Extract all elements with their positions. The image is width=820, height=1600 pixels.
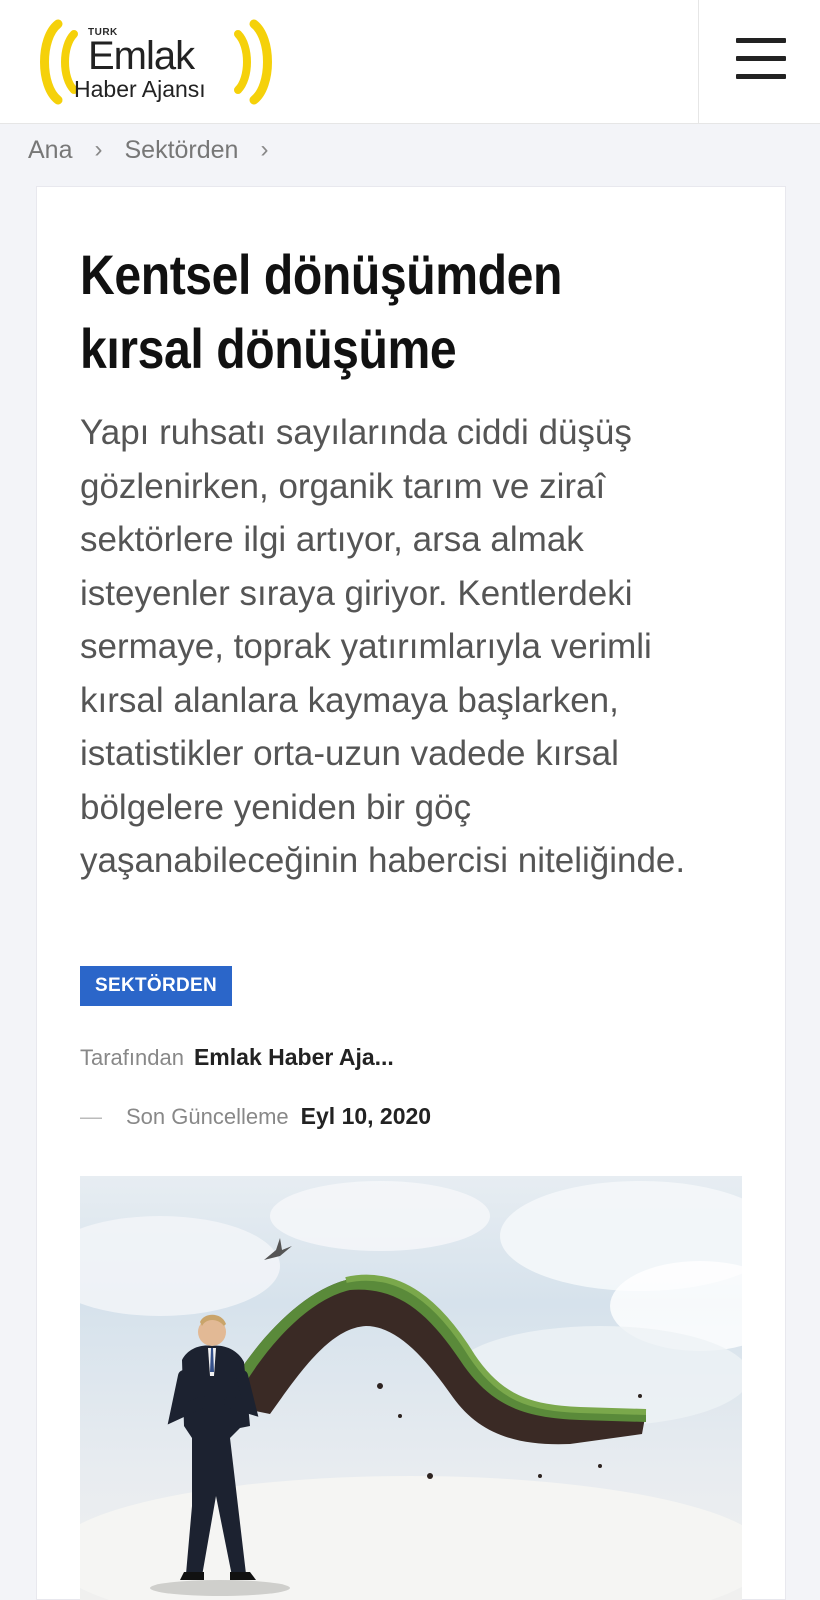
chevron-right-icon: › (94, 136, 103, 163)
article-hero-image (80, 1176, 742, 1600)
article-title: Kentsel dönüşümden kırsal dönüşüme (80, 243, 562, 380)
hamburger-menu-icon[interactable] (728, 30, 788, 86)
article-updated: — Son Güncelleme Eyl 10, 2020 (80, 1103, 431, 1130)
logo-haber-ajansi-text: Haber Ajansı (74, 76, 206, 102)
byline-label: Tarafından (80, 1045, 184, 1070)
logo-emlak-text: Emlak (88, 34, 195, 78)
site-logo[interactable]: TURK Emlak Haber Ajansı (36, 16, 276, 108)
category-badge[interactable]: SEKTÖRDEN (80, 966, 232, 1006)
updated-dash: — (80, 1104, 102, 1129)
author-link[interactable]: Emlak Haber Aja... (194, 1044, 394, 1071)
radio-wave-right-icon (234, 19, 272, 105)
site-header: TURK Emlak Haber Ajansı (0, 0, 820, 124)
breadcrumb: Ana › Sektörden › (28, 130, 290, 170)
article-byline: Tarafından Emlak Haber Aja... (80, 1044, 394, 1071)
businessman-lifting-grass-carpet-image (80, 1181, 742, 1600)
breadcrumb-home-link[interactable]: Ana (28, 136, 72, 165)
article-lead: Yapı ruhsatı sayılarında ciddi düşüş göz… (80, 413, 686, 880)
chevron-right-icon: › (260, 136, 269, 163)
header-divider (698, 0, 699, 124)
updated-label: Son Güncelleme (126, 1104, 289, 1129)
breadcrumb-category-link[interactable]: Sektörden (124, 136, 238, 165)
updated-date: Eyl 10, 2020 (300, 1103, 432, 1129)
